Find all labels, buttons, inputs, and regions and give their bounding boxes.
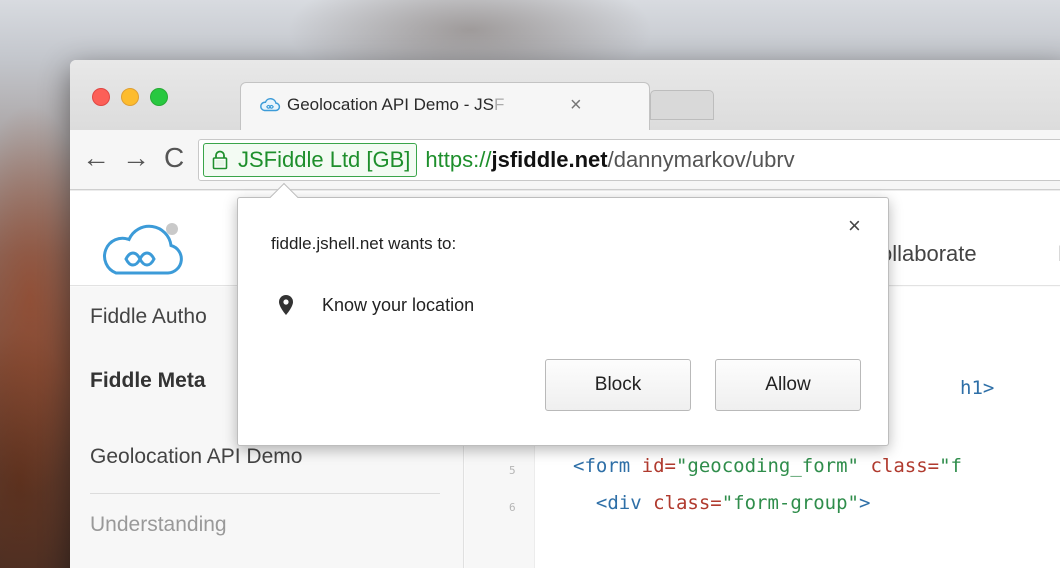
tab-title: Geolocation API Demo - JSF [287, 95, 505, 114]
allow-button[interactable]: Allow [715, 359, 861, 411]
window-maximize-button[interactable] [150, 88, 168, 106]
window-minimize-button[interactable] [121, 88, 139, 106]
sidebar-divider [90, 493, 440, 494]
tab-close-icon[interactable]: × [570, 94, 582, 116]
reload-icon[interactable]: C [164, 144, 184, 172]
nav-collaborate[interactable]: ollaborate [880, 241, 977, 267]
code-line: <div class="form-group"> [573, 492, 871, 514]
popup-title: fiddle.jshell.net wants to: [271, 234, 457, 253]
location-pin-icon [279, 295, 293, 315]
fiddle-title: Geolocation API Demo [90, 445, 303, 468]
lock-icon [212, 150, 228, 170]
code-line: <form id="geocoding_form" class="f [573, 455, 962, 477]
line-number: 6 [509, 501, 516, 514]
permission-label: Know your location [322, 294, 475, 315]
forward-arrow-icon[interactable]: → [122, 144, 150, 172]
url-text[interactable]: https://jsfiddle.net/dannymarkov/ubrv [425, 147, 794, 173]
ev-certificate-badge[interactable]: JSFiddle Ltd [GB] [203, 143, 418, 177]
address-bar[interactable]: JSFiddle Ltd [GB] https://jsfiddle.net/d… [198, 139, 1060, 181]
tab-geolocation-demo[interactable]: Geolocation API Demo - JSF × [240, 82, 650, 130]
sidebar-item-authors[interactable]: Fiddle Autho [90, 305, 207, 329]
line-number: 5 [509, 464, 516, 477]
permission-popup: fiddle.jshell.net wants to: × Know your … [237, 182, 889, 446]
permission-row: Know your location [278, 294, 474, 316]
back-arrow-icon[interactable]: ← [82, 144, 110, 172]
close-icon[interactable]: × [848, 215, 861, 237]
sidebar-item-meta[interactable]: Fiddle Meta [90, 369, 206, 393]
new-tab-button[interactable] [650, 90, 714, 120]
browser-toolbar: ← → C JSFiddle Ltd [GB] https://jsfiddle… [70, 130, 1060, 190]
tab-strip: Geolocation API Demo - JSF × [70, 60, 1060, 130]
jsfiddle-cloud-icon [260, 97, 281, 112]
code-fragment-h1: h1> [960, 377, 995, 399]
window-close-button[interactable] [92, 88, 110, 106]
ev-organization-name: JSFiddle Ltd [GB] [238, 147, 411, 172]
fiddle-description: Understanding [90, 513, 227, 536]
jsfiddle-logo-icon[interactable] [98, 215, 190, 285]
block-button[interactable]: Block [545, 359, 691, 411]
